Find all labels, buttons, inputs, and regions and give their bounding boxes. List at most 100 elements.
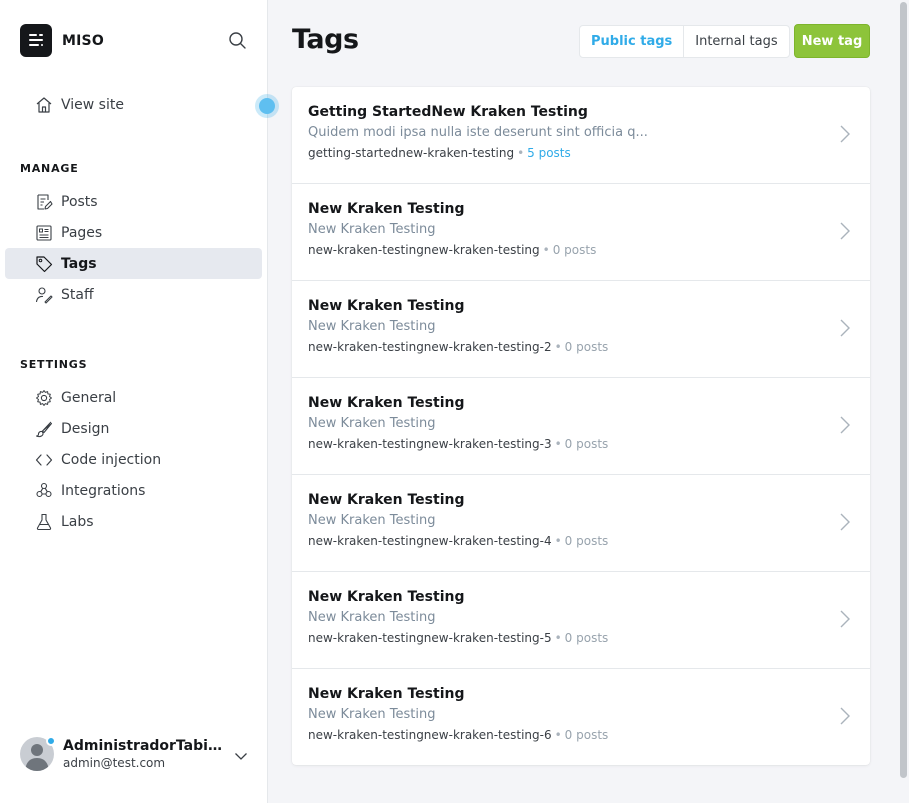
chevron-right-icon: [839, 512, 851, 532]
tag-slug: new-kraken-testingnew-kraken-testing-2: [308, 340, 552, 354]
nav-code-injection[interactable]: Code injection: [5, 444, 262, 475]
tag-post-count: 0 posts: [564, 534, 609, 548]
notification-pulse[interactable]: [255, 94, 279, 118]
tag-description: New Kraken Testing: [308, 319, 436, 334]
tag-row[interactable]: New Kraken Testing New Kraken Testing ne…: [292, 280, 870, 377]
tag-slug: getting-startednew-kraken-testing: [308, 146, 515, 160]
nav-tags[interactable]: Tags: [5, 248, 262, 279]
chevron-right-icon: [839, 609, 851, 629]
scrollbar-thumb[interactable]: [900, 2, 907, 778]
tag-row[interactable]: New Kraken Testing New Kraken Testing ne…: [292, 183, 870, 280]
integrations-icon: [35, 482, 53, 500]
settings-heading: SETTINGS: [20, 358, 88, 371]
nav-top: View site: [5, 89, 262, 120]
nav-posts[interactable]: Posts: [5, 186, 262, 217]
tag-description: New Kraken Testing: [308, 222, 436, 237]
brand[interactable]: MISO: [20, 24, 104, 57]
tag-meta: new-kraken-testingnew-kraken-testing • 0 p…: [308, 243, 597, 257]
chevron-right-icon: [839, 706, 851, 726]
staff-icon: [35, 286, 53, 304]
user-email: admin@test.com: [63, 756, 166, 770]
tag-slug: new-kraken-testingnew-kraken-testing: [308, 243, 540, 257]
nav-labs[interactable]: Labs: [5, 506, 262, 537]
code-icon: [35, 451, 53, 469]
tag-row[interactable]: New Kraken Testing New Kraken Testing ne…: [292, 571, 870, 668]
tag-post-count: 0 posts: [564, 728, 609, 742]
tag-post-count: 0 posts: [564, 631, 609, 645]
tab-internal-tags[interactable]: Internal tags: [684, 26, 788, 57]
chevron-right-icon: [839, 318, 851, 338]
tag-description: New Kraken Testing: [308, 513, 436, 528]
tag-post-count: 0 posts: [564, 340, 609, 354]
user-menu[interactable]: AdministradorTabith... admin@test.com: [20, 736, 252, 772]
flask-icon: [35, 513, 53, 531]
tag-name: New Kraken Testing: [308, 395, 465, 411]
tag-name: New Kraken Testing: [308, 589, 465, 605]
nav-design[interactable]: Design: [5, 413, 262, 444]
nav-label: View site: [61, 96, 124, 113]
tag-description: New Kraken Testing: [308, 610, 436, 625]
user-info: AdministradorTabith... admin@test.com: [63, 738, 223, 770]
tag-row[interactable]: New Kraken Testing New Kraken Testing ne…: [292, 474, 870, 571]
sidebar: MISO View site MANAGE Posts Pages Tags S…: [0, 0, 279, 803]
tag-description: New Kraken Testing: [308, 416, 436, 431]
tag-list: Getting StartedNew Kraken Testing Quidem…: [292, 87, 870, 765]
tag-row[interactable]: Getting StartedNew Kraken Testing Quidem…: [292, 87, 870, 183]
nav-pages[interactable]: Pages: [5, 217, 262, 248]
tag-post-count: 0 posts: [564, 437, 609, 451]
nav-label: Code injection: [61, 451, 162, 468]
page-scrollbar[interactable]: [898, 0, 909, 803]
tag-name: New Kraken Testing: [308, 686, 465, 702]
nav-manage: Posts Pages Tags Staff: [5, 186, 262, 310]
nav-label: General: [61, 389, 117, 406]
nav-label: Posts: [61, 193, 98, 210]
tag-meta: new-kraken-testingnew-kraken-testing-6 • 0…: [308, 728, 609, 742]
nav-integrations[interactable]: Integrations: [5, 475, 262, 506]
tag-slug: new-kraken-testingnew-kraken-testing-4: [308, 534, 552, 548]
home-icon: [35, 96, 53, 114]
nav-staff[interactable]: Staff: [5, 279, 262, 310]
site-name: MISO: [62, 32, 104, 49]
nav-view-site[interactable]: View site: [5, 89, 262, 120]
new-tag-button[interactable]: New tag: [794, 24, 870, 58]
tag-meta: getting-startednew-kraken-testing • 5 post…: [308, 146, 571, 160]
nav-settings: General Design Code injection Integratio…: [5, 382, 262, 537]
nav-label: Staff: [61, 286, 94, 303]
brush-icon: [35, 420, 53, 438]
nav-general[interactable]: General: [5, 382, 262, 413]
tag-type-tabs: Public tags Internal tags: [579, 25, 790, 58]
nav-label: Labs: [61, 513, 94, 530]
tag-meta: new-kraken-testingnew-kraken-testing-4 • 0…: [308, 534, 609, 548]
tag-post-count[interactable]: 5 posts: [527, 146, 571, 160]
tag-name: New Kraken Testing: [308, 201, 465, 217]
tab-public-tags[interactable]: Public tags: [580, 26, 685, 57]
tag-meta: new-kraken-testingnew-kraken-testing-5 • 0…: [308, 631, 609, 645]
site-logo-icon: [20, 24, 52, 57]
gear-icon: [35, 389, 53, 407]
chevron-down-icon: [234, 748, 248, 762]
tag-name: New Kraken Testing: [308, 492, 465, 508]
tag-row[interactable]: New Kraken Testing New Kraken Testing ne…: [292, 668, 870, 765]
online-status-dot: [46, 736, 56, 746]
tag-row[interactable]: New Kraken Testing New Kraken Testing ne…: [292, 377, 870, 474]
chevron-right-icon: [839, 415, 851, 435]
page-title: Tags: [292, 24, 359, 55]
tag-slug: new-kraken-testingnew-kraken-testing-5: [308, 631, 552, 645]
posts-icon: [35, 193, 53, 211]
nav-label: Pages: [61, 224, 103, 241]
pages-icon: [35, 224, 53, 242]
nav-label: Tags: [61, 255, 97, 272]
nav-label: Integrations: [61, 482, 146, 499]
tag-slug: new-kraken-testingnew-kraken-testing-3: [308, 437, 552, 451]
tag-meta: new-kraken-testingnew-kraken-testing-2 • 0…: [308, 340, 609, 354]
chevron-right-icon: [839, 124, 851, 144]
search-icon[interactable]: [228, 31, 248, 51]
tag-meta: new-kraken-testingnew-kraken-testing-3 • 0…: [308, 437, 609, 451]
tag-name: Getting StartedNew Kraken Testing: [308, 104, 588, 120]
manage-heading: MANAGE: [20, 162, 79, 175]
tag-post-count: 0 posts: [552, 243, 597, 257]
tag-icon: [35, 255, 53, 273]
user-name: AdministradorTabith...: [63, 738, 223, 754]
tag-description: Quidem modi ipsa nulla iste deserunt sin…: [308, 125, 648, 140]
tag-description: New Kraken Testing: [308, 707, 436, 722]
